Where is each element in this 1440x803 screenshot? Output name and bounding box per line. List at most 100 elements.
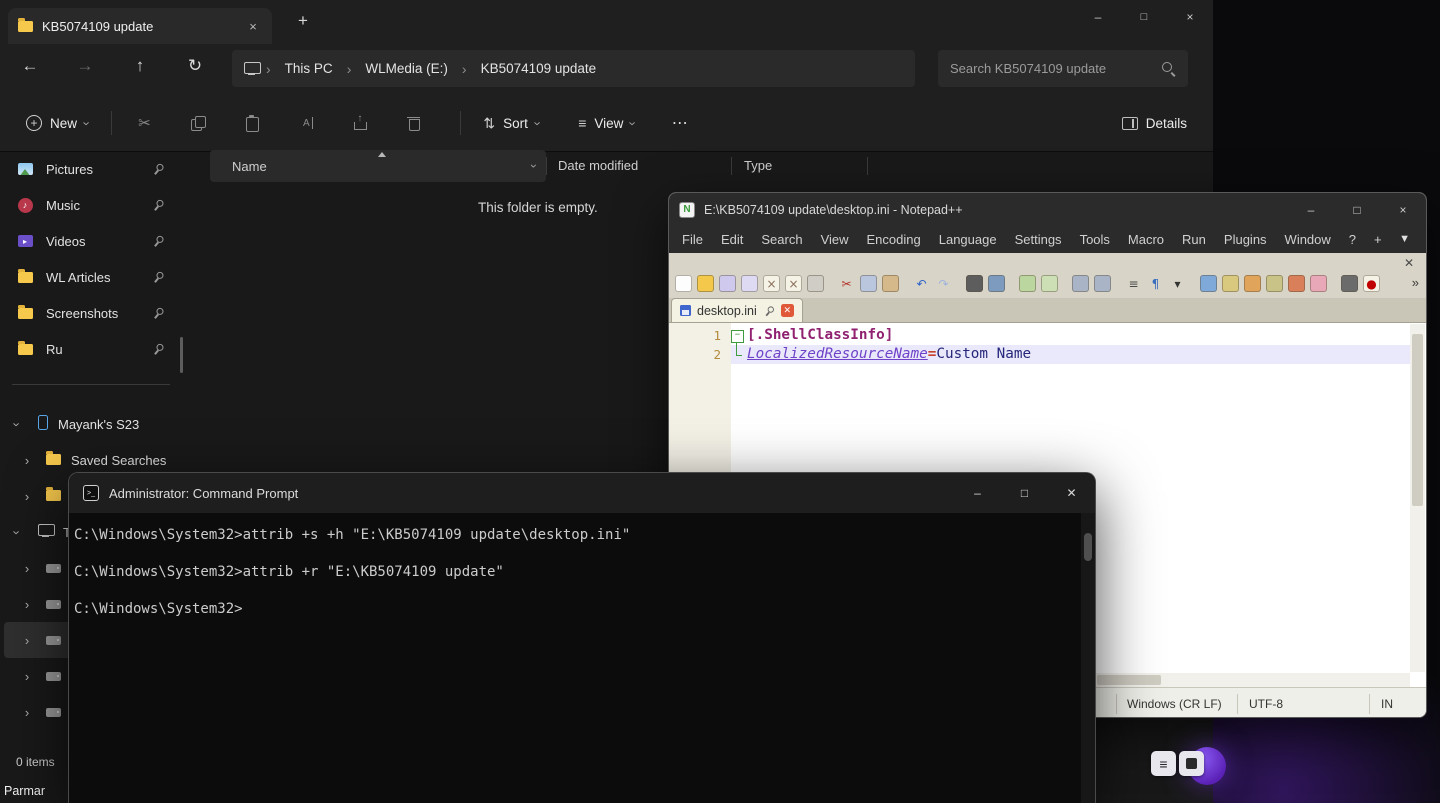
- tray-window-icon[interactable]: [1179, 751, 1204, 776]
- close-button[interactable]: ✕: [1048, 473, 1095, 513]
- save-icon[interactable]: [719, 275, 736, 292]
- code-line[interactable]: [.ShellClassInfo]: [731, 326, 1410, 345]
- explorer-tab[interactable]: KB5074109 update ×: [8, 8, 272, 44]
- breadcrumb-drive[interactable]: WLMedia (E:): [358, 58, 455, 79]
- npp-menu-item[interactable]: ?: [1340, 232, 1365, 247]
- menu-pulldown-icon[interactable]: ▼: [1399, 233, 1410, 245]
- breadcrumb-this-pc[interactable]: This PC: [278, 58, 340, 79]
- sort-button[interactable]: ⇅ Sort ›: [473, 103, 550, 143]
- rename-button[interactable]: [286, 103, 326, 143]
- npp-menu-item[interactable]: Macro: [1119, 232, 1173, 247]
- new-file-icon[interactable]: [675, 275, 692, 292]
- replace-icon[interactable]: [988, 275, 1005, 292]
- npp-menu-item[interactable]: Search: [752, 232, 811, 247]
- npp-menu-item[interactable]: View: [812, 232, 858, 247]
- sync-vertical-icon[interactable]: [1072, 275, 1089, 292]
- more-options-button[interactable]: ⋯: [672, 113, 689, 133]
- tab-close-icon[interactable]: ✕: [781, 304, 794, 317]
- sidebar-item-phone[interactable]: › Mayank's S23: [4, 406, 178, 442]
- code-line[interactable]: LocalizedResourceName=Custom Name: [731, 345, 1410, 364]
- chevron-right-icon[interactable]: ›: [20, 705, 34, 720]
- scrollbar-thumb[interactable]: [1084, 533, 1092, 561]
- close-button[interactable]: ×: [1380, 193, 1426, 226]
- maximize-button[interactable]: □: [1121, 0, 1167, 33]
- view-eye-icon[interactable]: [1341, 275, 1358, 292]
- scrollbar-thumb[interactable]: [1412, 334, 1423, 506]
- doc-list-icon[interactable]: [1266, 275, 1283, 292]
- npp-menu-item[interactable]: Settings: [1006, 232, 1071, 247]
- new-button[interactable]: + New ›: [16, 103, 99, 143]
- maximize-button[interactable]: □: [1001, 473, 1048, 513]
- npp-tab-desktop-ini[interactable]: desktop.ini ✕: [671, 298, 803, 322]
- breadcrumb-folder[interactable]: KB5074109 update: [474, 58, 604, 79]
- npp-menu-item[interactable]: File: [673, 232, 712, 247]
- notepadpp-titlebar[interactable]: N E:\KB5074109 update\desktop.ini - Note…: [669, 193, 1426, 226]
- cmd-scrollbar[interactable]: [1081, 513, 1095, 803]
- indent-guide-icon[interactable]: [1222, 275, 1239, 292]
- pin-icon[interactable]: [761, 303, 776, 318]
- column-divider[interactable]: [546, 157, 547, 175]
- zoom-in-icon[interactable]: [1019, 275, 1036, 292]
- minimize-button[interactable]: –: [1075, 0, 1121, 33]
- npp-menu-item[interactable]: +: [1365, 232, 1391, 247]
- sidebar-item-pictures[interactable]: Pictures: [4, 151, 178, 187]
- refresh-button[interactable]: ↻: [183, 56, 207, 76]
- macro-record-icon[interactable]: ●: [1363, 275, 1380, 292]
- column-header-type[interactable]: Type: [744, 158, 772, 173]
- search-input[interactable]: [950, 61, 1153, 76]
- cmd-titlebar[interactable]: >_ Administrator: Command Prompt – □ ✕: [69, 473, 1095, 513]
- cut-button[interactable]: ✂: [124, 103, 164, 143]
- monitor-panel-icon[interactable]: [1310, 275, 1327, 292]
- sync-horizontal-icon[interactable]: [1094, 275, 1111, 292]
- sidebar-scrollbar[interactable]: [180, 337, 183, 373]
- tab-close-icon[interactable]: ×: [244, 17, 262, 35]
- up-button[interactable]: ↑: [128, 56, 152, 76]
- share-button[interactable]: [340, 103, 380, 143]
- npp-menu-item[interactable]: Run: [1173, 232, 1215, 247]
- paste-button[interactable]: [232, 103, 272, 143]
- editor-vertical-scrollbar[interactable]: [1410, 324, 1425, 672]
- toolbar-overflow-icon[interactable]: »: [1412, 275, 1419, 290]
- scrollbar-thumb[interactable]: [1097, 675, 1161, 685]
- chevron-right-icon[interactable]: ›: [344, 61, 355, 77]
- sidebar-item-wl-articles[interactable]: WL Articles: [4, 259, 178, 295]
- minimize-button[interactable]: –: [1288, 193, 1334, 226]
- chevron-right-icon[interactable]: ›: [459, 61, 470, 77]
- close-all-icon[interactable]: ×: [785, 275, 802, 292]
- copy-button[interactable]: [178, 103, 218, 143]
- details-button[interactable]: Details: [1112, 103, 1197, 143]
- column-divider[interactable]: [731, 157, 732, 175]
- function-list-icon[interactable]: [1288, 275, 1305, 292]
- chevron-right-icon[interactable]: ›: [20, 633, 34, 648]
- cmd-output[interactable]: C:\Windows\System32>attrib +s +h "E:\KB5…: [69, 513, 1081, 803]
- sidebar-item-ru[interactable]: Ru: [4, 331, 178, 367]
- sidebar-item-videos[interactable]: ▸ Videos: [4, 223, 178, 259]
- fold-margin-icon[interactable]: [731, 326, 747, 345]
- show-all-chars-icon[interactable]: ¶: [1147, 275, 1164, 292]
- print-icon[interactable]: [807, 275, 824, 292]
- column-header-date[interactable]: Date modified: [558, 158, 638, 173]
- npp-menu-item[interactable]: Encoding: [858, 232, 930, 247]
- redo-icon[interactable]: ↷: [935, 275, 952, 292]
- column-header-name[interactable]: Name ›: [210, 150, 546, 182]
- npp-menu-item[interactable]: Edit: [712, 232, 752, 247]
- chevron-down-icon[interactable]: ›: [10, 525, 25, 539]
- close-button[interactable]: ×: [1167, 0, 1213, 33]
- save-all-icon[interactable]: [741, 275, 758, 292]
- search-icon[interactable]: [1161, 61, 1176, 76]
- undo-icon[interactable]: ↶: [913, 275, 930, 292]
- sidebar-item-screenshots[interactable]: Screenshots: [4, 295, 178, 331]
- chevron-right-icon[interactable]: ›: [263, 61, 274, 77]
- back-button[interactable]: ←: [18, 56, 42, 76]
- chevron-right-icon[interactable]: ›: [20, 489, 34, 504]
- chevron-right-icon[interactable]: ›: [20, 669, 34, 684]
- forward-button[interactable]: →: [73, 56, 97, 76]
- column-divider[interactable]: [867, 157, 868, 175]
- chevron-down-icon[interactable]: ›: [10, 417, 25, 431]
- minimize-button[interactable]: –: [954, 473, 1001, 513]
- chevron-right-icon[interactable]: ›: [20, 597, 34, 612]
- delete-button[interactable]: [394, 103, 434, 143]
- chevron-right-icon[interactable]: ›: [20, 561, 34, 576]
- chevron-down-icon[interactable]: ›: [527, 164, 541, 168]
- maximize-button[interactable]: □: [1334, 193, 1380, 226]
